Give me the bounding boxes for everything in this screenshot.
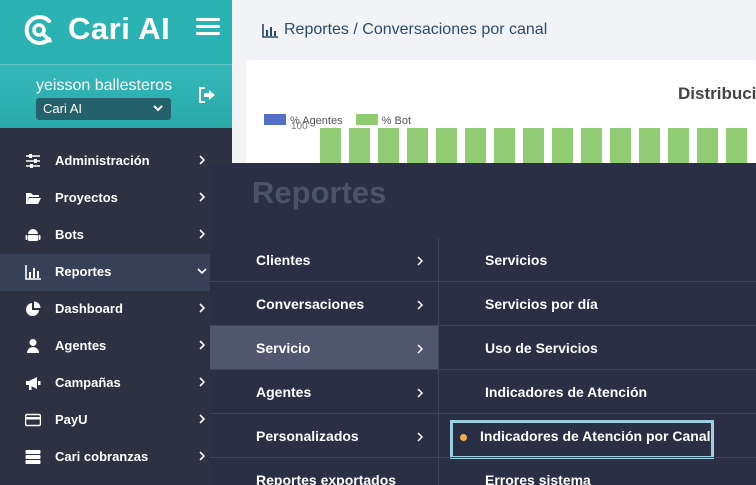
sidebar-item-label: Campañas bbox=[55, 375, 121, 390]
chevron-right-icon bbox=[417, 256, 424, 266]
menu-subitem-indicadores-de-atencion[interactable]: Indicadores de Atención bbox=[439, 370, 756, 414]
reportes-mega-menu: Reportes Clientes Conversaciones Servici… bbox=[210, 163, 756, 485]
bar-chart-icon bbox=[25, 265, 41, 280]
sliders-icon bbox=[26, 154, 40, 168]
menu-category-label: Reportes exportados bbox=[256, 472, 397, 485]
sidebar-item-bots[interactable]: Bots bbox=[0, 217, 232, 254]
sidebar-nav: Administración Proyectos Bots Reportes D… bbox=[0, 143, 232, 476]
menu-subitem-label: Servicios por día bbox=[485, 296, 598, 312]
user-icon bbox=[27, 339, 39, 353]
menu-category-personalizados[interactable]: Personalizados bbox=[210, 414, 438, 458]
menu-category-conversaciones[interactable]: Conversaciones bbox=[210, 282, 438, 326]
menu-subitem-label: Indicadores de Atención por Canal bbox=[480, 428, 711, 444]
brand-name: Cari AI bbox=[68, 11, 171, 46]
chevron-down-icon bbox=[153, 105, 163, 112]
sidebar-item-label: Reportes bbox=[55, 264, 112, 279]
sidebar-item-administracion[interactable]: Administración bbox=[0, 143, 232, 180]
bullet-dot-icon bbox=[460, 434, 467, 441]
menu-subitem-servicios[interactable]: Servicios bbox=[439, 238, 756, 282]
credit-card-icon bbox=[25, 413, 41, 427]
chevron-right-icon bbox=[199, 340, 206, 350]
sidebar-item-label: Dashboard bbox=[55, 301, 123, 316]
sidebar-item-proyectos[interactable]: Proyectos bbox=[0, 180, 232, 217]
chevron-right-icon bbox=[417, 300, 424, 310]
chevron-right-icon bbox=[199, 377, 206, 387]
menu-category-clientes[interactable]: Clientes bbox=[210, 238, 438, 282]
bar-chart-icon bbox=[262, 24, 278, 38]
server-icon bbox=[25, 450, 41, 464]
chevron-right-icon bbox=[417, 344, 424, 354]
chevron-right-icon bbox=[199, 303, 206, 313]
chevron-right-icon bbox=[199, 229, 206, 239]
chevron-right-icon bbox=[199, 192, 206, 202]
chevron-right-icon bbox=[417, 388, 424, 398]
legend-label-bot: % Bot bbox=[381, 115, 412, 127]
menu-subitem-indicadores-de-atencion-por-canal[interactable]: Indicadores de Atención por Canal bbox=[439, 414, 756, 459]
sidebar-item-label: Cari cobranzas bbox=[55, 449, 149, 464]
menu-category-servicio[interactable]: Servicio bbox=[210, 326, 438, 370]
breadcrumb: Reportes / Conversaciones por canal bbox=[284, 21, 548, 38]
logout-icon[interactable] bbox=[198, 87, 216, 103]
pie-chart-icon bbox=[26, 301, 41, 316]
legend-swatch-bot bbox=[355, 114, 378, 125]
menu-category-label: Clientes bbox=[256, 252, 311, 268]
sidebar-item-campanas[interactable]: Campañas bbox=[0, 365, 232, 402]
menu-toggle-icon[interactable] bbox=[196, 18, 220, 40]
sidebar-item-label: Bots bbox=[55, 227, 84, 242]
menu-subitem-label: Servicios bbox=[485, 252, 548, 268]
cari-logo-icon bbox=[24, 15, 52, 45]
chevron-right-icon bbox=[199, 451, 206, 461]
menu-subitem-label: Indicadores de Atención bbox=[485, 384, 648, 400]
chevron-right-icon bbox=[199, 155, 206, 165]
user-name: yeisson ballesteros bbox=[36, 77, 173, 94]
menu-subitem-servicios-por-dia[interactable]: Servicios por día bbox=[439, 282, 756, 326]
sidebar-item-label: PayU bbox=[55, 412, 88, 427]
menu-subitem-label: Uso de Servicios bbox=[485, 340, 598, 356]
sidebar-item-reportes[interactable]: Reportes bbox=[0, 254, 232, 291]
chevron-down-icon bbox=[197, 268, 207, 275]
sidebar-item-payu[interactable]: PayU bbox=[0, 402, 232, 439]
menu-category-label: Personalizados bbox=[256, 428, 359, 444]
menu-category-label: Servicio bbox=[256, 340, 311, 356]
sidebar-item-agentes[interactable]: Agentes bbox=[0, 328, 232, 365]
chart-title: Distribuci bbox=[678, 84, 756, 103]
sidebar-item-label: Agentes bbox=[55, 338, 107, 353]
chevron-right-icon bbox=[199, 414, 206, 424]
brand-bar: Cari AI bbox=[0, 0, 232, 64]
legend-entry-bot[interactable]: % Bot bbox=[355, 114, 412, 127]
sidebar-item-label: Proyectos bbox=[55, 190, 118, 205]
sidebar-item-cari-cobranzas[interactable]: Cari cobranzas bbox=[0, 439, 232, 476]
menu-category-label: Conversaciones bbox=[256, 296, 365, 312]
sidebar: Cari AI yeisson ballesteros Cari AI Admi… bbox=[0, 0, 232, 485]
megaphone-icon bbox=[26, 377, 41, 390]
folder-open-icon bbox=[26, 193, 41, 204]
sidebar-item-label: Administración bbox=[55, 153, 150, 168]
chevron-right-icon bbox=[417, 432, 424, 442]
organization-select-value: Cari AI bbox=[43, 101, 83, 116]
sidebar-item-dashboard[interactable]: Dashboard bbox=[0, 291, 232, 328]
menu-subitem-label: Errores sistema bbox=[485, 472, 591, 485]
legend-swatch-agentes bbox=[264, 114, 286, 125]
organization-select[interactable]: Cari AI bbox=[36, 98, 171, 120]
android-icon bbox=[25, 229, 41, 241]
y-axis-tick: 100 bbox=[291, 121, 308, 132]
menu-subitem-uso-de-servicios[interactable]: Uso de Servicios bbox=[439, 326, 756, 370]
mega-menu-title: Reportes bbox=[252, 175, 387, 210]
menu-category-label: Agentes bbox=[256, 384, 312, 400]
menu-subitem-errores-sistema[interactable]: Errores sistema bbox=[439, 458, 756, 485]
menu-category-agentes[interactable]: Agentes bbox=[210, 370, 438, 414]
menu-category-reportes-exportados[interactable]: Reportes exportados bbox=[210, 458, 438, 485]
chart-legend: % Agentes % Bot bbox=[264, 114, 421, 127]
